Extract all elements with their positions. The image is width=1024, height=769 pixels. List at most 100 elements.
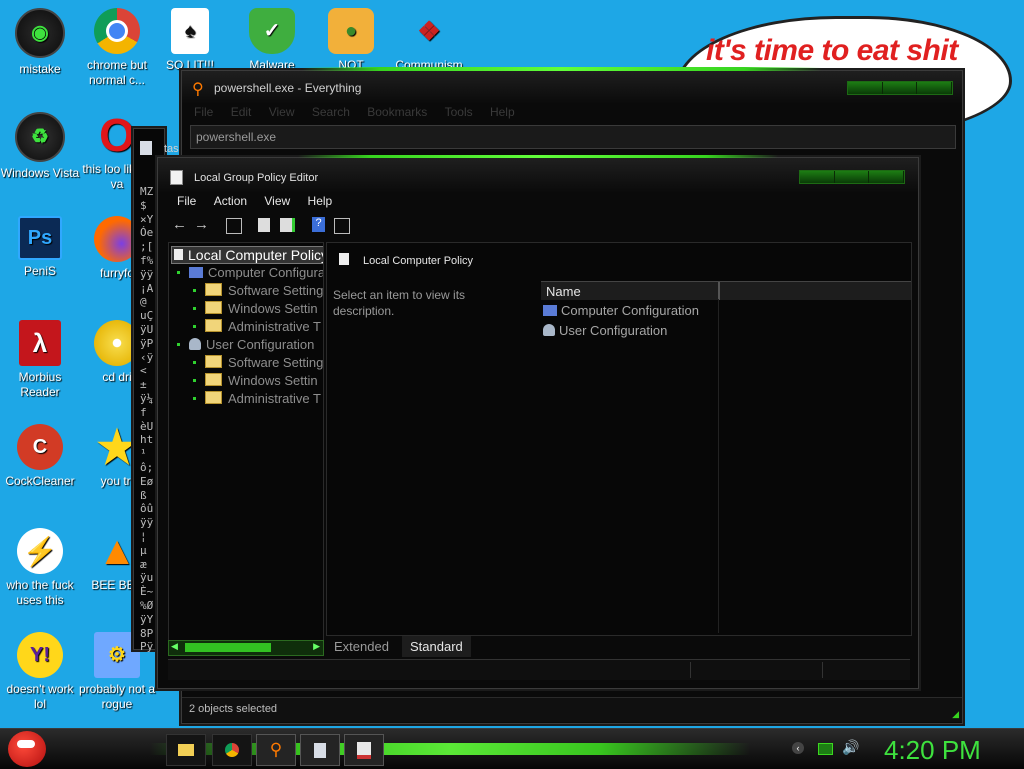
photoshop-icon: Ps [18, 216, 62, 260]
gpedit-window[interactable]: Local Group Policy Editor File Action Vi… [157, 155, 919, 689]
menu-search[interactable]: Search [312, 105, 350, 119]
desktop-icon-chrome[interactable]: chrome but normal c... [77, 8, 157, 88]
chrome-icon [94, 8, 140, 54]
volume-icon[interactable]: 🔊 [842, 739, 859, 756]
desktop-icon-label: PeniS [23, 264, 57, 278]
column-divider [718, 282, 720, 300]
folder-icon [205, 283, 222, 296]
tree-label: Software Settings [228, 283, 324, 298]
playing-card-icon: ♠ [171, 8, 209, 54]
tree-label: Administrative T [228, 319, 321, 334]
menu-view[interactable]: View [269, 105, 295, 119]
desktop-icon-penis[interactable]: Ps PeniS [0, 216, 80, 279]
tab-extended[interactable]: Extended [334, 639, 389, 654]
desktop-icon-label: doesn't work lol [6, 682, 74, 711]
window-titlebar[interactable]: ⚲ powershell.exe - Everything [182, 71, 962, 103]
speech-bubble-text: it's time to eat shit [706, 34, 958, 67]
taskbar-explorer-button[interactable] [166, 734, 206, 766]
tree-item-administrative-templates[interactable]: Administrative T [193, 319, 321, 334]
show-hide-tree-icon[interactable] [226, 218, 242, 234]
start-button[interactable] [8, 731, 46, 767]
list-item[interactable]: Computer Configuration [543, 303, 699, 318]
help-icon[interactable]: ? [312, 217, 325, 232]
menu-bar: File Action View Help [177, 194, 346, 208]
desktop-icon-cockcleaner[interactable]: C CockCleaner [0, 424, 80, 489]
taskbar-chrome-button[interactable] [212, 734, 252, 766]
desktop-icon-so-lit[interactable]: ♠ SO LIT!!! [150, 8, 230, 73]
tree-root[interactable]: Local Computer Policy [171, 246, 323, 264]
scrollbar-thumb[interactable] [185, 643, 271, 652]
menu-file[interactable]: File [194, 105, 213, 119]
export-list-icon[interactable] [280, 218, 295, 232]
folder-icon [205, 319, 222, 332]
window-controls[interactable] [847, 81, 953, 95]
desktop-icon-who-uses-this[interactable]: ⚡ who the fuck uses this [0, 528, 80, 608]
folder-icon [205, 301, 222, 314]
desktop-icon-label: probably not a rogue [78, 682, 156, 711]
notepad-icon [140, 141, 152, 155]
tree-item-computer-configuration[interactable]: Computer Configurati [177, 265, 323, 280]
terminal-title: tas [164, 143, 179, 155]
window-controls[interactable] [799, 170, 905, 184]
network-icon[interactable] [818, 743, 833, 755]
desktop-icon-malware[interactable]: ✓ Malware [232, 8, 312, 73]
ccleaner-icon: C [17, 424, 63, 470]
menu-help[interactable]: Help [490, 105, 515, 119]
list-item[interactable]: User Configuration [543, 323, 667, 338]
tab-standard[interactable]: Standard [402, 636, 471, 657]
list-header-row: Name [541, 281, 911, 300]
computer-icon [543, 305, 557, 316]
menu-bookmarks[interactable]: Bookmarks [367, 105, 427, 119]
properties-icon[interactable] [258, 218, 270, 232]
policy-document-icon [170, 170, 183, 185]
menu-action[interactable]: Action [214, 194, 247, 208]
list-item-label: Computer Configuration [561, 303, 700, 318]
computer-icon [189, 267, 203, 278]
emblem-icon: ❖ [417, 15, 441, 46]
back-arrow-icon[interactable]: ← [172, 216, 187, 233]
show-hidden-icons-chevron-icon[interactable]: ‹ [792, 742, 804, 754]
scroll-left-arrow-icon[interactable]: ◀ [171, 641, 178, 652]
desktop-icon-communism[interactable]: ❖ Communism [389, 8, 469, 73]
menu-tools[interactable]: Tools [445, 105, 473, 119]
search-input[interactable]: powershell.exe [190, 125, 956, 149]
status-divider [690, 662, 691, 678]
menu-file[interactable]: File [177, 194, 196, 208]
menu-view[interactable]: View [264, 194, 290, 208]
folder-icon [205, 355, 222, 368]
menu-help[interactable]: Help [308, 194, 333, 208]
desktop-icon-mistake[interactable]: ◉ mistake [0, 8, 80, 77]
forward-arrow-icon[interactable]: → [194, 216, 209, 233]
expander-dot [193, 307, 196, 310]
column-name-header[interactable]: Name [546, 284, 581, 299]
tree-label: Windows Settin [228, 301, 318, 316]
desktop-icon-yahoo[interactable]: Y! doesn't work lol [0, 632, 80, 712]
taskbar-notepad-button[interactable] [300, 734, 340, 766]
taskbar-everything-button[interactable]: ⚲ [256, 734, 296, 766]
tree-item-software-settings[interactable]: Software Settings [193, 283, 324, 298]
show-hide-action-pane-icon[interactable] [334, 218, 350, 234]
taskbar-gpedit-button[interactable] [344, 734, 384, 766]
search-app-icon: ⚲ [269, 740, 283, 759]
desktop-icon-not[interactable]: ● NOT [311, 8, 391, 73]
horizontal-scrollbar[interactable]: ◀ ▶ [168, 640, 324, 656]
tree-item-user-configuration[interactable]: User Configuration [177, 337, 314, 352]
search-app-icon: ⚲ [192, 81, 204, 98]
window-titlebar[interactable]: Local Group Policy Editor [158, 158, 918, 192]
desktop-icon-morbius-reader[interactable]: λ Morbius Reader [0, 320, 80, 400]
clock[interactable]: 4:20 PM [884, 735, 981, 766]
tree-item-software-settings[interactable]: Software Settings [193, 355, 323, 370]
status-text: 2 objects selected [189, 703, 278, 715]
tree-item-windows-settings[interactable]: Windows Settin [193, 301, 318, 316]
tree-pane[interactable]: Local Computer Policy Computer Configura… [168, 242, 324, 656]
tree-item-administrative-templates[interactable]: Administrative T [193, 391, 321, 406]
folder-icon [205, 373, 222, 386]
user-icon [543, 324, 555, 336]
details-pane[interactable]: Local Computer Policy Select an item to … [326, 242, 912, 636]
tree-label: Windows Settin [228, 373, 318, 388]
tree-item-windows-settings[interactable]: Windows Settin [193, 373, 318, 388]
resize-grip-icon[interactable]: ◢ [952, 709, 959, 720]
menu-edit[interactable]: Edit [231, 105, 252, 119]
desktop-icon-windows-vista[interactable]: ♻ Windows Vista [0, 112, 80, 181]
scroll-right-arrow-icon[interactable]: ▶ [313, 641, 320, 652]
